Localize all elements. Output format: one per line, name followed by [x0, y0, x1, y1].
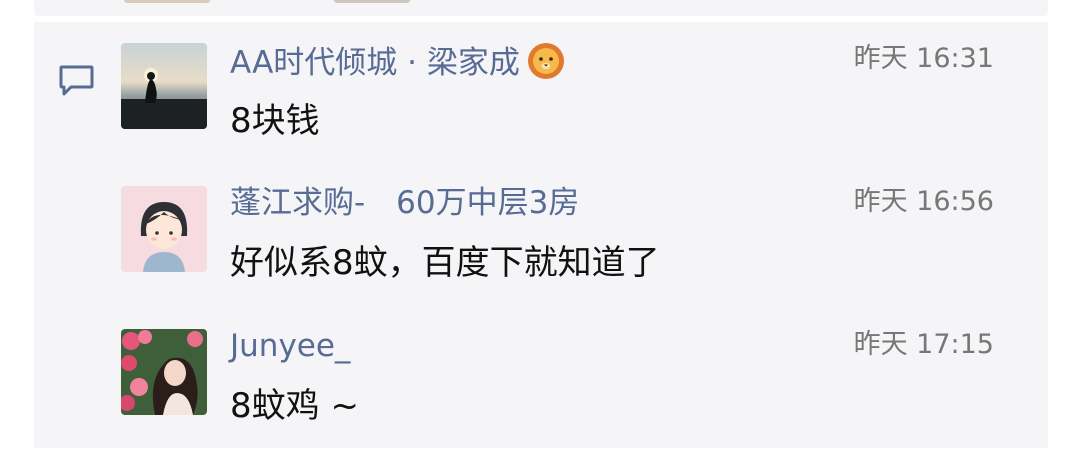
moments-comment-screen: AA时代倾城 · 梁家成 昨天 16:31 8块钱 蓬江求购- 60万中层3房 …	[0, 0, 1080, 471]
avatar[interactable]	[121, 43, 207, 129]
comment-author-link[interactable]: AA时代倾城 · 梁家成	[230, 40, 566, 82]
lion-emoji-icon	[527, 43, 564, 79]
avatar[interactable]	[121, 329, 207, 415]
avatar-photo-image	[121, 329, 207, 415]
comment-bubble-icon[interactable]	[58, 64, 96, 98]
comment-author-name[interactable]: AA时代倾城 · 梁家成	[230, 45, 520, 81]
comment-text: 8块钱	[230, 101, 320, 141]
previous-image-thumb[interactable]	[124, 0, 210, 3]
avatar[interactable]	[121, 186, 207, 272]
comment-time: 昨天 17:15	[853, 329, 994, 360]
comment-author-name[interactable]: 蓬江求购- 60万中层3房	[230, 184, 579, 222]
comment-time: 昨天 16:31	[853, 43, 994, 74]
avatar-cartoon-girl-image	[121, 186, 207, 272]
comment-author-name[interactable]: Junyee_	[230, 327, 350, 365]
avatar-sunset-image	[121, 43, 207, 129]
previous-image-thumb[interactable]	[334, 0, 410, 3]
comment-text: 8蚊鸡 ~	[230, 386, 359, 426]
comment-time: 昨天 16:56	[853, 186, 994, 217]
previous-card-edge	[34, 0, 1048, 16]
comment-text: 好似系8蚊，百度下就知道了	[230, 243, 660, 283]
